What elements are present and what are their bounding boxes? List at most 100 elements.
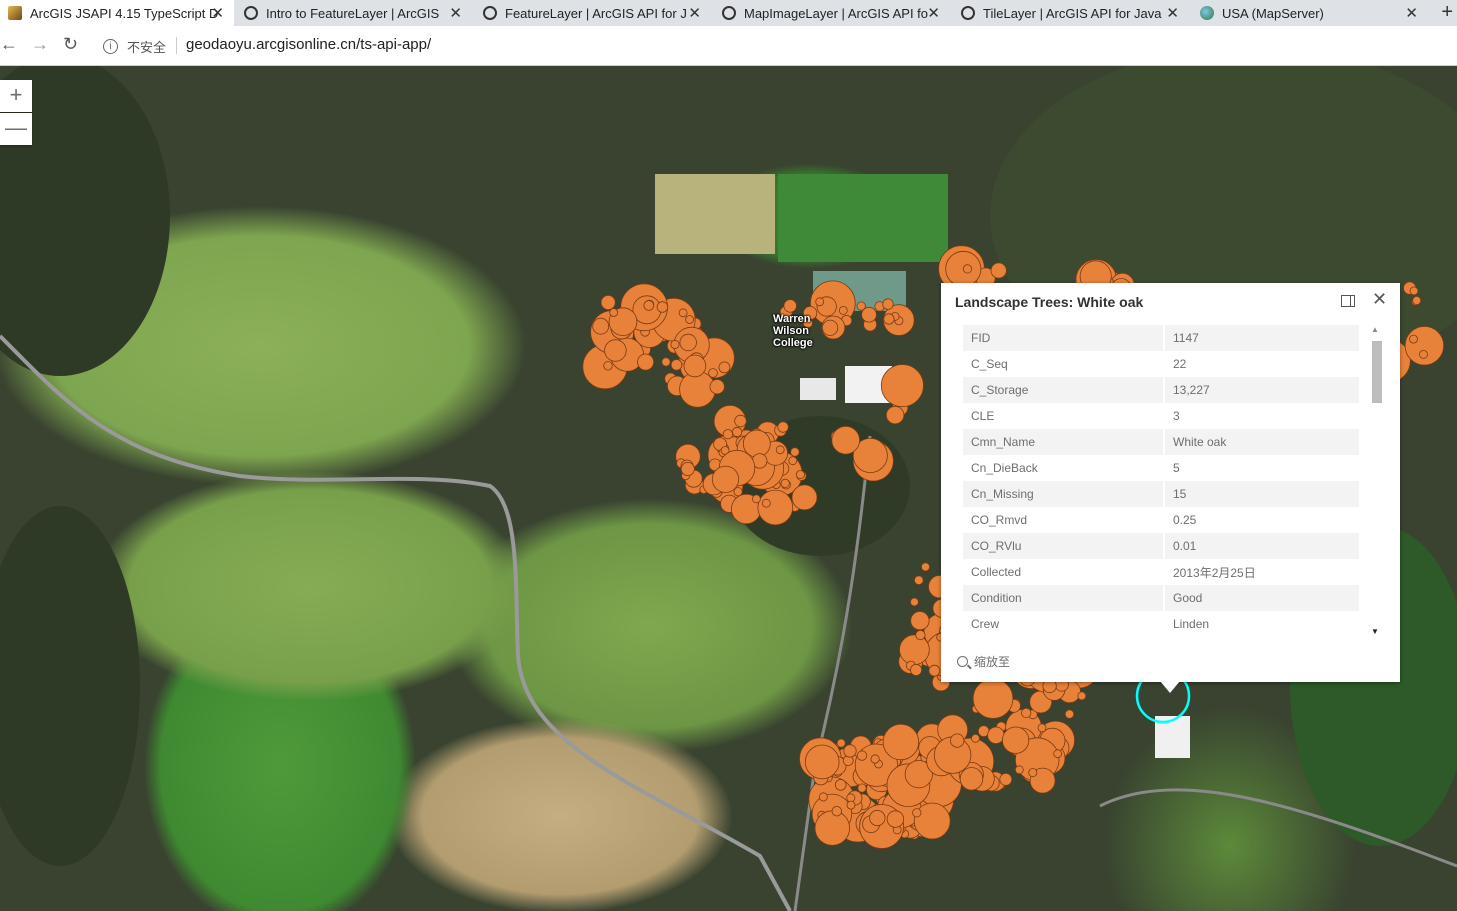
tree-feature[interactable] [834, 779, 847, 791]
zoom-to-button[interactable]: 缩放至 [957, 653, 1010, 670]
tree-feature[interactable] [880, 364, 924, 408]
tab-arcgis-jsapi[interactable]: ArcGIS JSAPI 4.15 TypeScript D ✕ [0, 0, 234, 26]
tree-feature[interactable] [913, 575, 924, 586]
tree-feature[interactable] [592, 317, 610, 335]
tree-feature[interactable] [757, 489, 794, 526]
tree-feature[interactable] [752, 494, 761, 504]
tree-feature[interactable] [846, 800, 856, 810]
tree-feature[interactable] [831, 425, 860, 455]
tree-feature[interactable] [910, 597, 919, 607]
tree-feature[interactable] [950, 733, 965, 748]
tree-feature[interactable] [882, 298, 894, 310]
tree-feature[interactable] [912, 808, 922, 818]
tree-feature[interactable] [670, 359, 683, 371]
tree-feature[interactable] [670, 339, 680, 349]
tab-tilelayer[interactable]: TileLayer | ArcGIS API for Java ✕ [953, 0, 1189, 26]
tree-feature[interactable] [821, 319, 839, 336]
tree-feature[interactable] [1404, 326, 1445, 366]
tree-feature[interactable] [883, 313, 895, 325]
tree-feature[interactable] [869, 809, 886, 827]
tree-feature[interactable] [733, 487, 743, 497]
tree-feature[interactable] [1021, 707, 1032, 719]
tree-feature[interactable] [1409, 334, 1418, 344]
tree-feature[interactable] [678, 308, 688, 318]
tree-feature[interactable] [709, 379, 725, 395]
tree-feature[interactable] [790, 447, 800, 457]
tree-feature[interactable] [775, 445, 785, 455]
tree-feature[interactable] [843, 744, 857, 758]
popup-scrollbar[interactable]: ▲ ▼ [1371, 325, 1382, 641]
tab-featurelayer[interactable]: FeatureLayer | ArcGIS API for J ✕ [475, 0, 711, 26]
tree-feature[interactable] [609, 308, 619, 317]
close-tab-icon[interactable]: ✕ [688, 4, 701, 22]
tree-feature[interactable] [679, 333, 697, 352]
tree-feature[interactable] [603, 361, 613, 371]
tree-feature[interactable] [856, 750, 868, 761]
security-indicator[interactable]: i 不安全 [103, 37, 166, 56]
scroll-up-icon[interactable]: ▲ [1371, 325, 1379, 334]
tree-feature[interactable] [915, 629, 926, 641]
tree-feature[interactable] [831, 806, 843, 817]
tree-feature[interactable] [987, 726, 1005, 745]
zoom-in-button[interactable]: + [0, 80, 32, 112]
tree-feature[interactable] [818, 792, 828, 802]
tree-feature[interactable] [604, 339, 627, 362]
tree-feature[interactable] [921, 562, 931, 572]
new-tab-button[interactable]: + [1441, 0, 1453, 24]
tree-feature[interactable] [791, 484, 818, 511]
tree-feature[interactable] [788, 456, 798, 466]
tab-usa-mapserver[interactable]: USA (MapServer) ✕ [1192, 0, 1428, 26]
close-icon[interactable]: ✕ [1372, 289, 1387, 310]
forward-arrow-icon[interactable]: → [31, 34, 49, 55]
tree-feature[interactable] [742, 429, 771, 458]
tree-feature[interactable] [711, 465, 740, 493]
tree-feature[interactable] [972, 678, 1014, 719]
tree-feature[interactable] [959, 767, 984, 791]
tree-feature[interactable] [962, 264, 973, 274]
tree-feature[interactable] [780, 478, 790, 488]
tree-feature[interactable] [857, 783, 867, 793]
tree-feature[interactable] [910, 663, 923, 676]
close-tab-icon[interactable]: ✕ [1166, 4, 1179, 22]
tree-feature[interactable] [783, 299, 797, 313]
tree-feature[interactable] [1028, 768, 1038, 778]
tree-feature[interactable] [1014, 765, 1024, 775]
tree-feature[interactable] [885, 405, 905, 425]
tree-feature[interactable] [685, 315, 694, 324]
tree-feature[interactable] [731, 426, 743, 438]
tree-feature[interactable] [971, 733, 980, 743]
tree-feature[interactable] [804, 744, 840, 780]
close-tab-icon[interactable]: ✕ [1405, 4, 1418, 22]
close-tab-icon[interactable]: ✕ [927, 4, 940, 22]
tree-feature[interactable] [795, 470, 805, 480]
tree-feature[interactable] [899, 634, 930, 665]
tree-feature[interactable] [1053, 749, 1063, 759]
scrollbar-thumb[interactable] [1372, 341, 1382, 403]
tree-feature[interactable] [910, 611, 930, 631]
tree-feature[interactable] [913, 802, 951, 840]
tree-feature[interactable] [1077, 691, 1087, 701]
tree-feature[interactable] [661, 357, 671, 367]
tree-feature[interactable] [1409, 286, 1419, 296]
tree-feature[interactable] [722, 429, 734, 440]
tree-feature[interactable] [990, 262, 1007, 279]
tree-feature[interactable] [734, 414, 747, 428]
tree-feature[interactable] [637, 353, 655, 371]
tree-feature[interactable] [1412, 295, 1422, 305]
tree-feature[interactable] [777, 421, 789, 433]
tree-feature[interactable] [838, 305, 848, 315]
zoom-out-button[interactable]: — [0, 113, 32, 145]
tree-feature[interactable] [1001, 726, 1030, 754]
reload-icon[interactable]: ↻ [63, 34, 78, 55]
tree-feature[interactable] [600, 294, 616, 310]
dock-icon[interactable] [1341, 295, 1355, 307]
tree-feature[interactable] [999, 773, 1013, 786]
close-tab-icon[interactable]: ✕ [211, 4, 224, 22]
tab-mapimagelayer[interactable]: MapImageLayer | ArcGIS API fo ✕ [714, 0, 950, 26]
tree-feature[interactable] [861, 306, 877, 323]
tree-feature[interactable] [718, 361, 731, 374]
tree-feature[interactable] [656, 301, 669, 313]
tree-feature[interactable] [886, 810, 905, 828]
tab-intro-featurelayer[interactable]: Intro to FeatureLayer | ArcGIS ✕ [236, 0, 472, 26]
tree-feature[interactable] [1419, 349, 1428, 359]
